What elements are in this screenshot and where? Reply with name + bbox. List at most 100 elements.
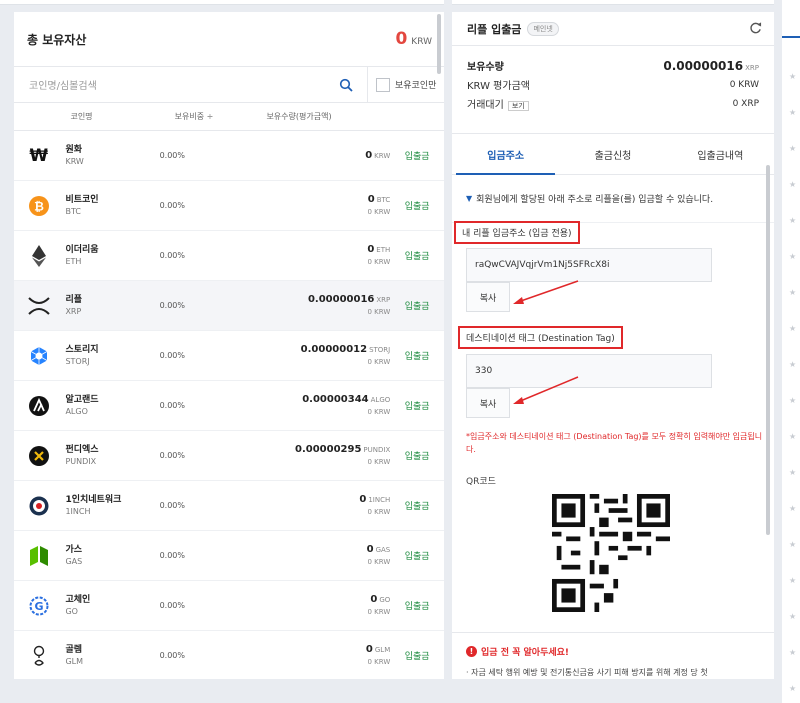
deposit-info-title: 입금 전 꼭 알아두세요! xyxy=(481,648,570,658)
alert-icon: ! xyxy=(466,646,477,657)
qr-code-label: QR코드 xyxy=(466,477,496,487)
star-icon[interactable]: ★ xyxy=(789,684,796,693)
tab-deposit-address[interactable]: 입금주소 xyxy=(452,134,559,175)
deposit-withdraw-button[interactable]: 입출금 xyxy=(390,449,444,462)
deposit-withdraw-button[interactable]: 입출금 xyxy=(390,199,444,212)
deposit-notice: ▼ 회원님에게 할당된 아래 주소로 리플을(를) 입금할 수 있습니다. xyxy=(452,175,774,223)
total-assets-unit: KRW xyxy=(411,37,432,47)
refresh-icon[interactable] xyxy=(749,19,762,38)
owned-only-label: 보유코인만 xyxy=(395,81,437,91)
search-icon[interactable] xyxy=(335,78,357,92)
star-icon[interactable]: ★ xyxy=(789,252,796,261)
coin-krw-value: 0 KRW xyxy=(367,258,391,266)
deposit-withdraw-button[interactable]: 입출금 xyxy=(390,399,444,412)
star-icon[interactable]: ★ xyxy=(789,540,796,549)
coin-row[interactable]: ₩ 원화 KRW 0.00% 0 KRW 입출금 xyxy=(14,131,444,181)
copy-address-button[interactable]: 복사 xyxy=(466,282,510,312)
coin-row[interactable]: ₿ 비트코인 BTC 0.00% 0 BTC 0 KRW 입출금 xyxy=(14,181,444,231)
coin-krw-value: 0 KRW xyxy=(367,658,391,666)
star-icon[interactable]: ★ xyxy=(789,324,796,333)
destination-tag-field[interactable]: 330 xyxy=(466,354,712,388)
deposit-withdraw-button[interactable]: 입출금 xyxy=(390,249,444,262)
coin-row[interactable]: 스토리지 STORJ 0.00% 0.00000012 STORJ 0 KRW 입출금 xyxy=(14,331,444,381)
coin-row[interactable]: 1인치네트워크 1INCH 0.00% 0 1INCH 0 KRW 입출금 xyxy=(14,481,444,531)
deposit-withdraw-button[interactable]: 입출금 xyxy=(390,649,444,662)
coin-name: 알고랜드 xyxy=(65,395,99,405)
star-icon[interactable]: ★ xyxy=(789,612,796,621)
coin-row[interactable]: 가스 GAS 0.00% 0 GAS 0 KRW 입출금 xyxy=(14,531,444,581)
annotation-arrow xyxy=(513,376,579,404)
coin-qty-unit: STORJ xyxy=(369,346,391,354)
owned-only-checkbox[interactable] xyxy=(376,77,390,92)
coin-ratio: 0.00% xyxy=(159,301,185,310)
star-icon[interactable]: ★ xyxy=(789,432,796,441)
coin-row[interactable]: 리플 XRP 0.00% 0.00000016 XRP 0 KRW 입출금 xyxy=(14,281,444,331)
coin-ratio: 0.00% xyxy=(159,451,185,460)
deposit-withdraw-button[interactable]: 입출금 xyxy=(390,299,444,312)
star-icon[interactable]: ★ xyxy=(789,396,796,405)
asset-panel: 총 보유자산 0 KRW 코인명/심볼검색 보유코인만 코인명 보유비중 ÷ 보유… xyxy=(14,12,444,679)
tab-withdraw-request[interactable]: 출금신청 xyxy=(559,134,666,174)
deposit-panel-header: 리플 입출금 메인넷 xyxy=(452,12,774,46)
col-coin-name: 코인명 xyxy=(70,112,93,121)
triangle-icon: ▼ xyxy=(466,194,473,203)
coin-name: 이더리움 xyxy=(65,245,99,255)
deposit-panel-scrollbar[interactable] xyxy=(766,165,770,535)
deposit-tabs: 입금주소 출금신청 입출금내역 xyxy=(452,134,774,175)
coin-qty-unit: GLM xyxy=(374,646,391,654)
coin-row[interactable]: 알고랜드 ALGO 0.00% 0.00000344 ALGO 0 KRW 입출금 xyxy=(14,381,444,431)
star-icon[interactable]: ★ xyxy=(789,504,796,513)
pending-view-button[interactable]: 보기 xyxy=(507,101,529,111)
pending-value: 0 XRP xyxy=(732,98,759,109)
svg-text:G: G xyxy=(34,600,43,613)
search-bar: 코인명/심볼검색 보유코인만 xyxy=(14,66,444,103)
coin-symbol: BTC xyxy=(65,207,81,216)
coin-name: 스토리지 xyxy=(65,345,99,355)
copy-tag-button[interactable]: 복사 xyxy=(466,388,510,418)
star-icon[interactable]: ★ xyxy=(789,468,796,477)
deposit-info-text: · 자금 세탁 행위 예방 및 전기통신금융 사기 피해 방지를 위해 계정 당… xyxy=(466,668,708,677)
coin-qty-unit: ETH xyxy=(376,246,391,254)
mainnet-badge: 메인넷 xyxy=(527,21,559,36)
coin-qty: 0.00000295 xyxy=(294,444,362,455)
coin-ratio: 0.00% xyxy=(159,601,185,610)
coin-krw-value: 0 KRW xyxy=(367,508,391,516)
star-icon[interactable]: ★ xyxy=(789,108,796,117)
deposit-withdraw-button[interactable]: 입출금 xyxy=(390,149,444,162)
deposit-withdraw-button[interactable]: 입출금 xyxy=(390,499,444,512)
right-sidebar xyxy=(782,0,800,703)
star-icon[interactable]: ★ xyxy=(789,288,796,297)
coin-ratio: 0.00% xyxy=(159,351,185,360)
coin-ratio: 0.00% xyxy=(159,201,185,210)
coin-row[interactable]: 골렘 GLM 0.00% 0 GLM 0 KRW 입출금 xyxy=(14,631,444,679)
owned-only-filter[interactable]: 보유코인만 xyxy=(367,66,444,103)
coin-row[interactable]: 이더리움 ETH 0.00% 0 ETH 0 KRW 입출금 xyxy=(14,231,444,281)
coin-name: 원화 xyxy=(65,145,83,155)
coin-row[interactable]: 펀디엑스 PUNDIX 0.00% 0.00000295 PUNDIX 0 KRW 입… xyxy=(14,431,444,481)
tab-history[interactable]: 입출금내역 xyxy=(667,134,774,174)
star-icon[interactable]: ★ xyxy=(789,72,796,81)
star-icon[interactable]: ★ xyxy=(789,216,796,225)
golem-icon xyxy=(27,644,50,668)
star-icon[interactable]: ★ xyxy=(789,360,796,369)
coin-ratio: 0.00% xyxy=(159,151,185,160)
search-input[interactable]: 코인명/심볼검색 xyxy=(14,77,335,92)
destination-tag-value: 330 xyxy=(475,366,493,376)
deposit-withdraw-button[interactable]: 입출금 xyxy=(390,599,444,612)
coin-row[interactable]: G 고체인 GO 0.00% 0 GO 0 KRW 입출금 xyxy=(14,581,444,631)
star-icon[interactable]: ★ xyxy=(789,144,796,153)
deposit-notice-text: 회원님에게 할당된 아래 주소로 리플을(를) 입금할 수 있습니다. xyxy=(476,195,714,205)
coin-name: 리플 xyxy=(65,295,83,305)
star-icon[interactable]: ★ xyxy=(789,648,796,657)
star-icon[interactable]: ★ xyxy=(789,180,796,189)
address-field[interactable]: raQwCVAJVqjrVm1Nj5SFRcX8i xyxy=(466,248,712,282)
col-ratio[interactable]: 보유비중 ÷ xyxy=(149,111,239,122)
star-icon[interactable]: ★ xyxy=(789,576,796,585)
deposit-withdraw-button[interactable]: 입출금 xyxy=(390,349,444,362)
coin-symbol: XRP xyxy=(65,307,82,316)
pending-label: 거래대기 xyxy=(467,100,504,111)
asset-list-scrollbar[interactable] xyxy=(437,14,441,74)
total-assets-value: 0 xyxy=(395,29,408,49)
destination-tag-label: 데스티네이션 태그 (Destination Tag) xyxy=(458,326,623,349)
deposit-withdraw-button[interactable]: 입출금 xyxy=(390,549,444,562)
